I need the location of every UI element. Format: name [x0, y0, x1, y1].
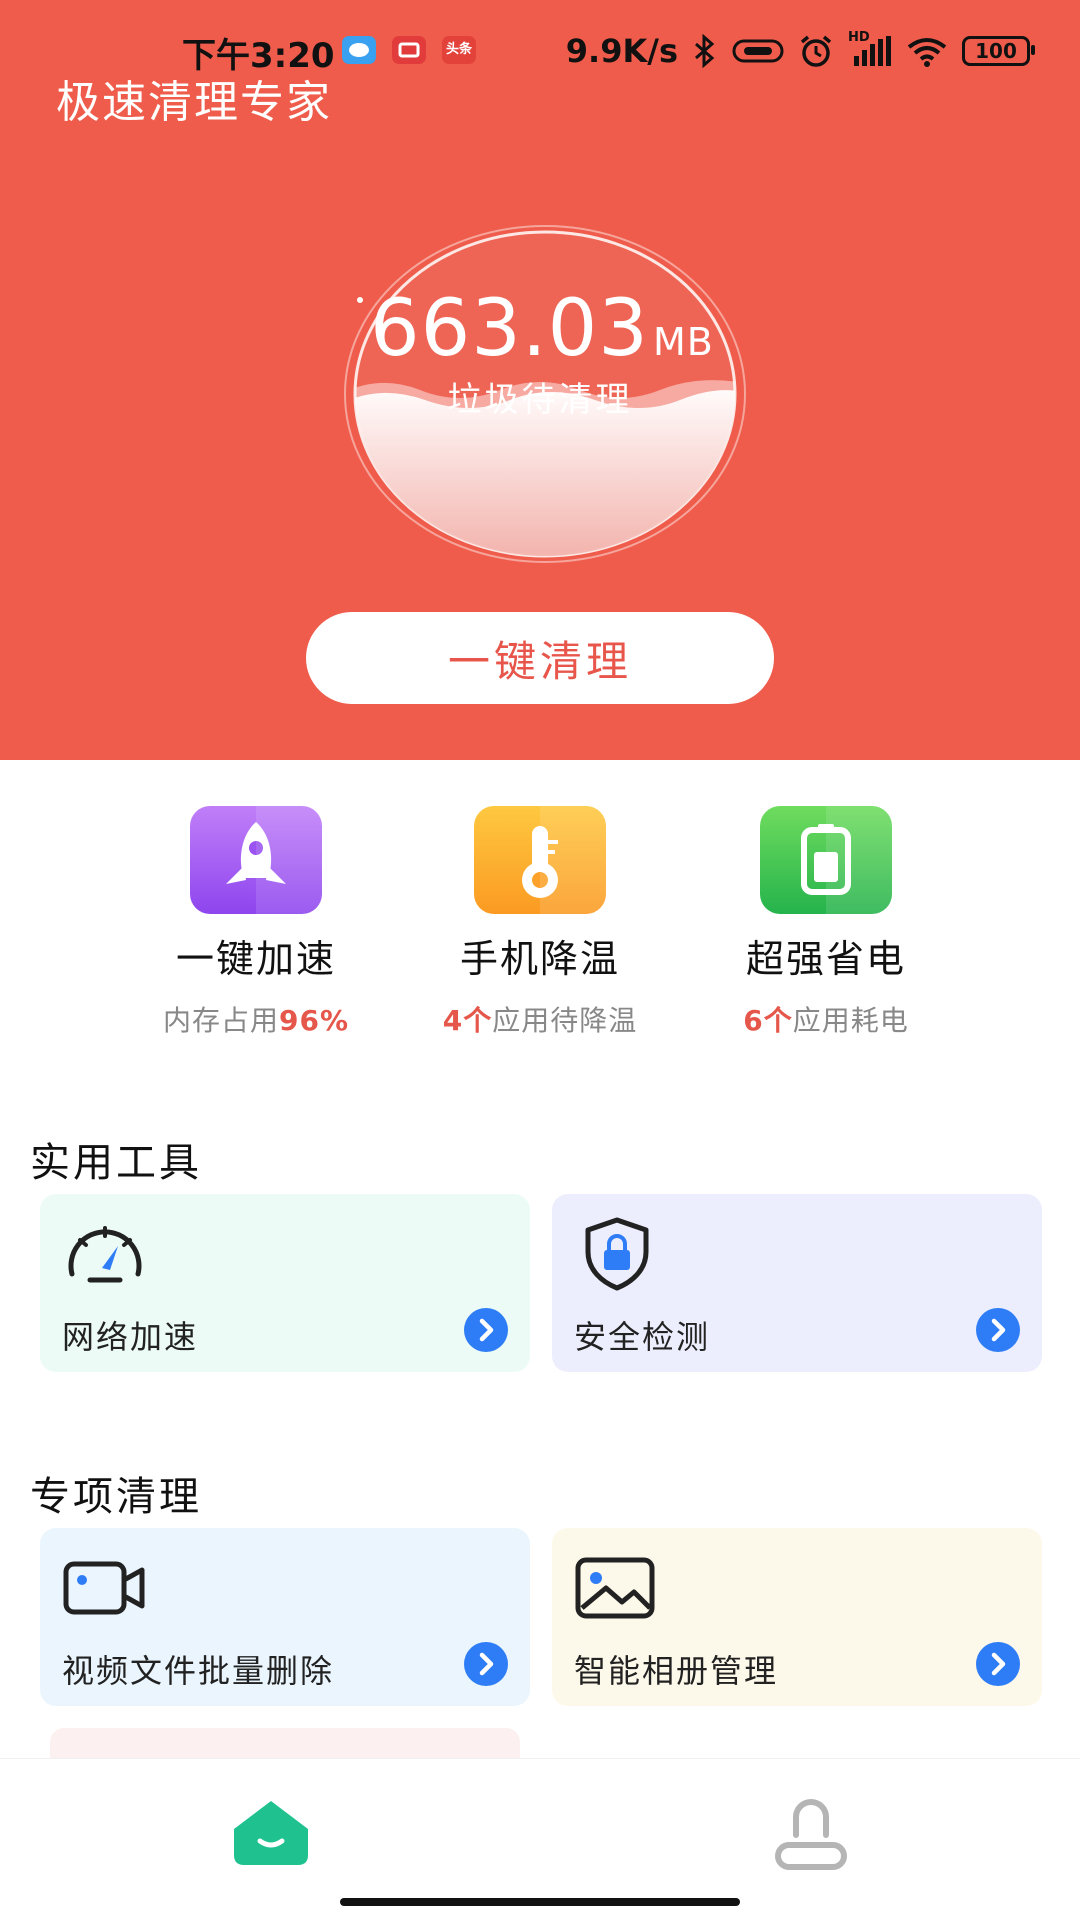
- tools-section-title: 实用工具: [30, 1140, 202, 1186]
- quick-sub-prefix: 内存占用: [162, 1004, 279, 1037]
- junk-size-value: 663.03: [370, 284, 649, 374]
- quick-action-sub: 6个应用耗电: [686, 999, 966, 1039]
- card-label: 视频文件批量删除: [62, 1652, 335, 1690]
- quick-sub-highlight: 96%: [278, 1004, 350, 1037]
- net-speed: 9.9K/s: [565, 32, 678, 70]
- quick-sub-highlight: 4个: [442, 1004, 493, 1037]
- video-bulk-delete-card[interactable]: 视频文件批量删除: [40, 1528, 530, 1706]
- message-app-icon: [342, 36, 376, 64]
- quick-action-sub: 4个应用待降温: [400, 999, 680, 1039]
- quick-action-cooldown[interactable]: 手机降温 4个应用待降温: [400, 806, 680, 1039]
- quick-action-power-save[interactable]: 超强省电 6个应用耗电: [686, 806, 966, 1039]
- alarm-icon: [800, 35, 832, 67]
- card-label: 智能相册管理: [574, 1652, 779, 1690]
- junk-label: 垃圾待清理: [447, 380, 633, 420]
- security-check-card[interactable]: 安全检测: [552, 1194, 1042, 1372]
- user-icon: [775, 1799, 847, 1870]
- shield-lock-icon: [585, 1217, 649, 1291]
- home-indicator[interactable]: [340, 1898, 740, 1906]
- quick-action-boost[interactable]: 一键加速 内存占用96%: [116, 806, 396, 1039]
- junk-size-unit: MB: [652, 320, 714, 364]
- junk-size: 663.03 MB: [370, 284, 714, 374]
- quick-sub-highlight: 6个: [743, 1004, 793, 1037]
- quick-sub-suffix: 应用待降温: [492, 1004, 638, 1037]
- quick-action-label: 手机降温: [459, 937, 620, 981]
- tab-bar: [0, 1758, 1080, 1921]
- toutiao-app-icon-label: 头条: [445, 42, 472, 57]
- chevron-right-icon[interactable]: [464, 1308, 508, 1352]
- video-app-icon: [392, 36, 426, 64]
- speedometer-icon: [68, 1226, 142, 1283]
- wifi-icon: [907, 38, 947, 67]
- card-label: 网络加速: [62, 1318, 199, 1356]
- battery-saver-icon: [760, 806, 892, 914]
- one-click-clean-button[interactable]: 一键清理: [306, 612, 774, 704]
- chevron-right-icon[interactable]: [976, 1642, 1020, 1686]
- special-clean-section-title: 专项清理: [30, 1474, 202, 1520]
- chevron-right-icon[interactable]: [976, 1308, 1020, 1352]
- quick-action-label: 超强省电: [745, 937, 906, 981]
- status-right: 9.9K/s HD 100: [565, 26, 1035, 76]
- battery-icon: 100: [962, 36, 1035, 66]
- toutiao-app-icon: 头条: [442, 36, 476, 64]
- nfc-icon: [732, 39, 784, 63]
- quick-action-label: 一键加速: [175, 937, 336, 981]
- tab-home[interactable]: [226, 1795, 316, 1875]
- rocket-icon: [190, 806, 322, 914]
- chevron-right-icon[interactable]: [464, 1642, 508, 1686]
- quick-action-sub: 内存占用96%: [116, 999, 396, 1039]
- video-camera-icon: [63, 1561, 145, 1615]
- network-boost-card[interactable]: 网络加速: [40, 1194, 530, 1372]
- bluetooth-icon: [695, 34, 715, 68]
- signal-icon: HD: [848, 30, 892, 68]
- app-title: 极速清理专家: [56, 77, 332, 128]
- album-manager-card[interactable]: 智能相册管理: [552, 1528, 1042, 1706]
- home-icon: [234, 1801, 308, 1865]
- tab-profile[interactable]: [766, 1795, 856, 1875]
- quick-sub-suffix: 应用耗电: [792, 1004, 909, 1037]
- card-label: 安全检测: [574, 1318, 711, 1356]
- thermometer-icon: [474, 806, 606, 914]
- image-icon: [575, 1557, 655, 1619]
